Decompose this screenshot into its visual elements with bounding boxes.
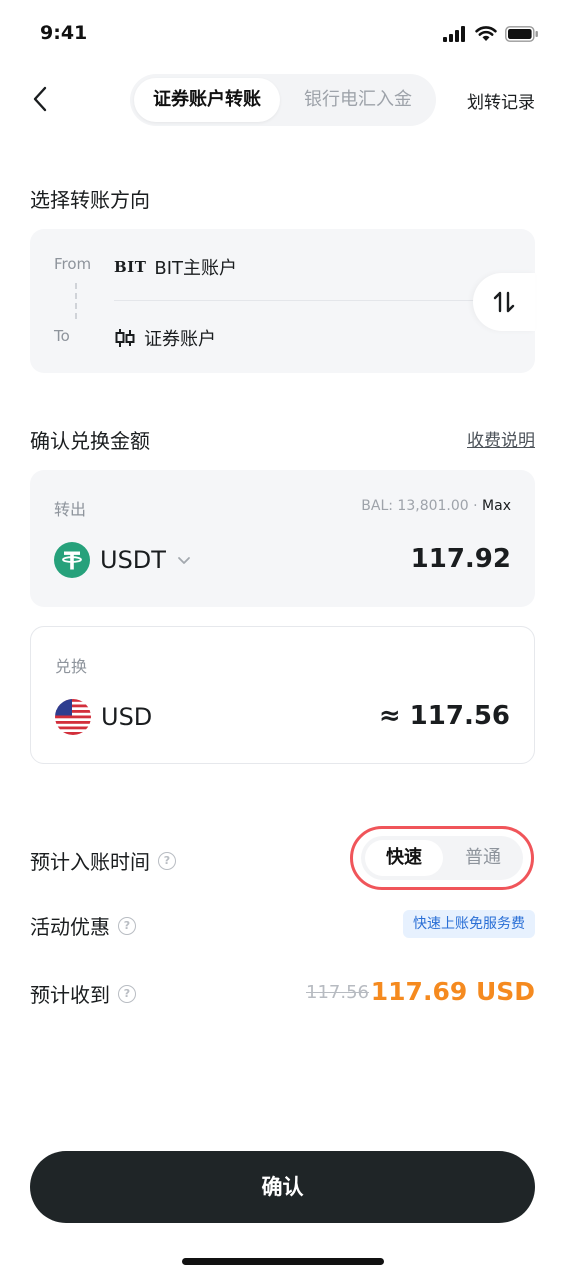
speed-fast-option[interactable]: 快速 bbox=[365, 840, 443, 876]
direction-card: From BIT BIT主账户 To 证券账户 bbox=[30, 229, 535, 373]
tab-bank-wire-deposit[interactable]: 银行电汇入金 bbox=[284, 78, 432, 122]
currency-selector[interactable]: USDT bbox=[54, 542, 192, 578]
eta-row: 预计入账时间 ? bbox=[30, 846, 176, 875]
eta-label: 预计入账时间 bbox=[30, 850, 150, 874]
from-account-label: BIT主账户 bbox=[154, 258, 238, 279]
status-time: 9:41 bbox=[40, 22, 88, 44]
from-account[interactable]: BIT BIT主账户 bbox=[114, 254, 237, 280]
promo-row: 活动优惠 ? bbox=[30, 911, 136, 940]
wifi-icon bbox=[475, 26, 497, 41]
status-icons bbox=[443, 26, 539, 42]
receive-help-icon[interactable]: ? bbox=[118, 984, 136, 1003]
speed-normal-option[interactable]: 普通 bbox=[447, 840, 519, 876]
currency-in-code: USD bbox=[101, 703, 153, 731]
promo-help-icon[interactable]: ? bbox=[118, 916, 136, 935]
swap-arrows-icon bbox=[493, 291, 515, 313]
from-label: From bbox=[54, 255, 92, 273]
chevron-down-icon bbox=[178, 557, 190, 564]
swap-direction-button[interactable] bbox=[473, 273, 535, 331]
home-indicator bbox=[182, 1258, 384, 1265]
promo-label: 活动优惠 bbox=[30, 915, 110, 939]
tab-securities-transfer[interactable]: 证券账户转账 bbox=[134, 78, 280, 122]
transfer-history-link[interactable]: 划转记录 bbox=[467, 88, 535, 113]
direction-connector bbox=[75, 283, 77, 319]
original-amount: 117.56 bbox=[306, 982, 369, 1003]
confirm-button[interactable]: 确认 bbox=[30, 1151, 535, 1223]
speed-highlight-ring: 快速 普通 bbox=[350, 826, 534, 890]
transfer-out-label: 转出 bbox=[54, 500, 87, 519]
receive-row: 预计收到 ? bbox=[30, 979, 136, 1008]
currency-in: USD bbox=[55, 699, 152, 735]
transfer-out-amount[interactable]: 117.92 bbox=[411, 544, 511, 574]
us-flag-icon bbox=[55, 699, 91, 735]
nav-bar: 证券账户转账 银行电汇入金 划转记录 bbox=[0, 72, 565, 128]
cellular-signal-icon bbox=[443, 26, 465, 42]
to-account[interactable]: 证券账户 bbox=[114, 325, 216, 351]
direction-divider bbox=[114, 300, 494, 301]
direction-title: 选择转账方向 bbox=[30, 188, 150, 212]
status-bar: 9:41 bbox=[0, 0, 565, 70]
balance-separator: · bbox=[473, 498, 478, 514]
exchange-label: 兑换 bbox=[55, 657, 88, 676]
back-button[interactable] bbox=[28, 84, 56, 114]
amount-title: 确认兑换金额 bbox=[30, 429, 150, 453]
chevron-left-icon bbox=[33, 86, 47, 112]
balance-row: BAL: 13,801.00 · Max bbox=[361, 498, 511, 514]
transfer-out-card: 转出 BAL: 13,801.00 · Max USDT 117.92 bbox=[30, 470, 535, 607]
currency-out-code: USDT bbox=[100, 546, 166, 574]
eta-help-icon[interactable]: ? bbox=[158, 851, 176, 870]
exchange-in-card: 兑换 USD ≈ 117.56 bbox=[30, 626, 535, 764]
fee-info-link[interactable]: 收费说明 bbox=[467, 426, 535, 451]
battery-icon bbox=[505, 26, 538, 42]
speed-segment: 快速 普通 bbox=[361, 836, 523, 880]
to-account-label: 证券账户 bbox=[144, 329, 216, 350]
receive-label: 预计收到 bbox=[30, 983, 110, 1007]
usdt-coin-icon bbox=[54, 542, 90, 578]
receive-amount: 117.69 USD bbox=[370, 977, 535, 1006]
max-button[interactable]: Max bbox=[482, 498, 511, 514]
transfer-type-segment: 证券账户转账 银行电汇入金 bbox=[130, 74, 436, 126]
to-label: To bbox=[54, 327, 70, 345]
promo-badge: 快速上账免服务费 bbox=[403, 910, 535, 938]
balance-value: BAL: 13,801.00 bbox=[361, 498, 469, 514]
exchange-amount: ≈ 117.56 bbox=[378, 701, 510, 731]
candlestick-icon bbox=[115, 329, 135, 347]
bit-logo-icon: BIT bbox=[114, 258, 147, 276]
